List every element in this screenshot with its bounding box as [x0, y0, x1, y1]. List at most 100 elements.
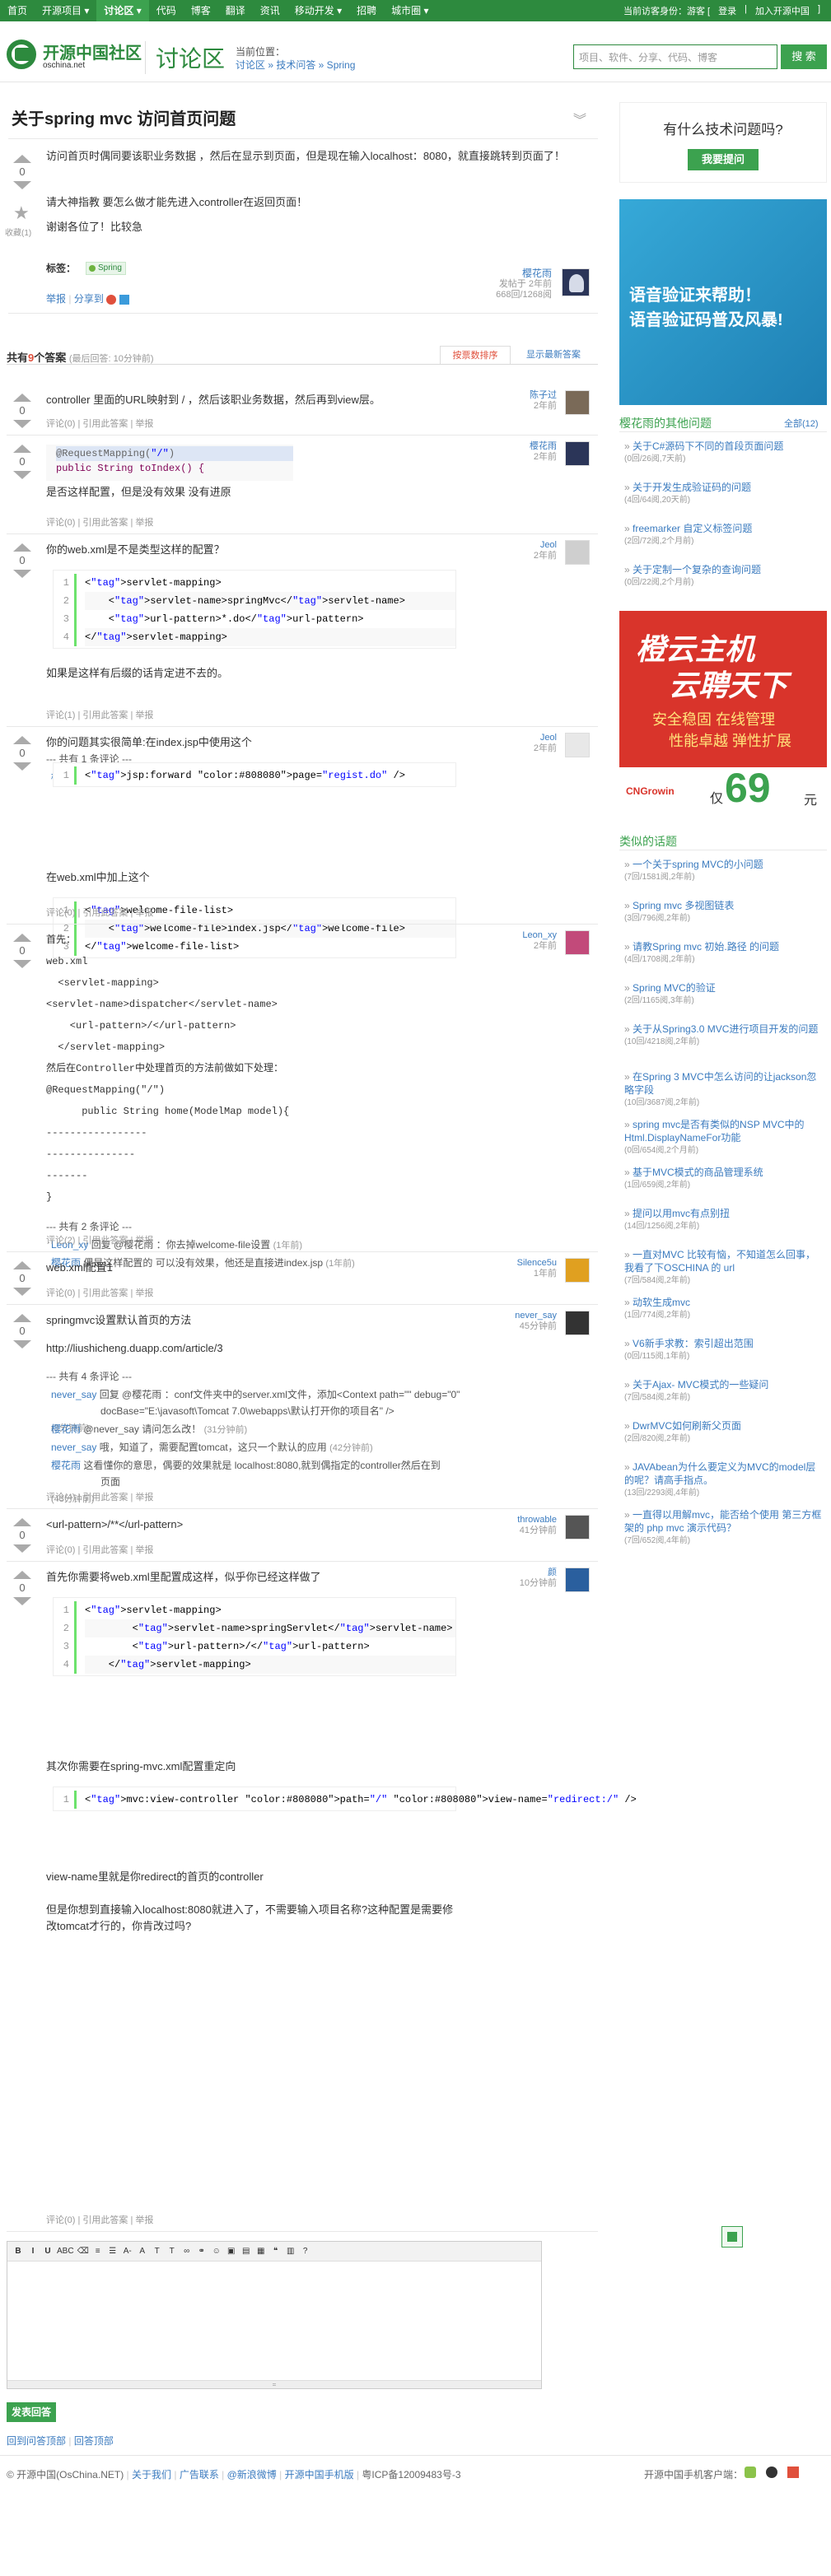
- ad-voice-verify[interactable]: 语音验证来帮助！ 语音验证码普及风暴!: [619, 199, 827, 405]
- nav-item-7[interactable]: 移动开发 ▾: [287, 0, 349, 21]
- vote-down-icon[interactable]: [13, 1288, 31, 1296]
- vote-up-icon[interactable]: [13, 1571, 31, 1579]
- vote-down-icon[interactable]: [13, 1544, 31, 1553]
- sidebar-question-title[interactable]: DwrMVC如何刷新父页面: [633, 1420, 741, 1432]
- tab-sort-votes[interactable]: 按票数排序: [440, 346, 511, 364]
- qzone-icon[interactable]: [119, 294, 129, 305]
- answer-options[interactable]: 评论(1) | 引用此答案 | 举报: [46, 708, 153, 721]
- avatar[interactable]: [565, 930, 590, 955]
- vote-up-icon[interactable]: [13, 736, 31, 744]
- vote-down-icon[interactable]: [13, 1340, 31, 1349]
- report-link[interactable]: 举报: [46, 293, 66, 305]
- footer-mobile-link[interactable]: 开源中国手机版: [285, 2469, 354, 2481]
- logo-text[interactable]: 开源中国社区: [43, 40, 142, 63]
- avatar[interactable]: [565, 733, 590, 757]
- toolbar-button-10[interactable]: T: [166, 2245, 178, 2258]
- vote-up-icon[interactable]: [13, 1314, 31, 1322]
- sidebar-question-title[interactable]: freemarker 自定义标签问题: [633, 523, 752, 534]
- windows-phone-icon[interactable]: [787, 2467, 799, 2478]
- vote-up-icon[interactable]: [13, 394, 31, 402]
- comment-author[interactable]: never_say: [51, 1442, 96, 1453]
- answer-options[interactable]: 评论(0) | 引用此答案 | 举报: [46, 906, 153, 919]
- toolbar-button-5[interactable]: ≡: [92, 2245, 104, 2258]
- footer-ads-link[interactable]: 广告联系: [180, 2469, 219, 2481]
- sidebar-question-item[interactable]: » 关于C#源码下不同的首段页面问题 (0回/26阅,7天前): [624, 440, 822, 466]
- toolbar-button-18[interactable]: ▥: [285, 2245, 296, 2258]
- sidebar-question-item[interactable]: » 关于从Spring3.0 MVC进行项目开发的问题 (10回/4218阅,2年…: [624, 1022, 822, 1049]
- submit-answer-button[interactable]: 发表回答: [7, 2402, 56, 2422]
- answer-author[interactable]: throwable: [461, 1515, 557, 1526]
- editor-resize-handle[interactable]: =: [7, 2380, 541, 2388]
- android-icon[interactable]: [745, 2467, 756, 2478]
- comment-author[interactable]: 樱花雨: [51, 1423, 81, 1435]
- apple-icon[interactable]: [766, 2467, 777, 2478]
- answer-options[interactable]: 评论(0) | 引用此答案 | 举报: [46, 417, 153, 430]
- toolbar-button-4[interactable]: ⌫: [77, 2245, 89, 2258]
- comment-author[interactable]: never_say: [51, 1389, 96, 1400]
- sidebar-question-title[interactable]: Spring MVC的验证: [633, 982, 716, 994]
- toolbar-button-7[interactable]: A-: [122, 2245, 133, 2258]
- avatar[interactable]: [565, 1311, 590, 1335]
- sidebar-question-item[interactable]: » freemarker 自定义标签问题 (2回/72阅,2个月前): [624, 522, 822, 548]
- nav-item-6[interactable]: 资讯: [253, 0, 287, 21]
- sidebar-question-title[interactable]: 一个关于spring MVC的小问题: [633, 859, 763, 870]
- toolbar-button-12[interactable]: ⚭: [196, 2245, 208, 2258]
- toolbar-button-16[interactable]: ▦: [255, 2245, 267, 2258]
- sidebar-question-title[interactable]: 关于开发生成验证码的问题: [633, 482, 751, 493]
- answer-author[interactable]: 颜: [461, 1567, 557, 1578]
- nav-item-1[interactable]: 开源项目 ▾: [35, 0, 96, 21]
- sidebar-question-title[interactable]: 请教Spring mvc 初始.路径 的问题: [633, 941, 779, 953]
- answer-author[interactable]: Silence5u: [461, 1258, 557, 1269]
- back-to-question-top-link[interactable]: 回到问答顶部: [7, 2435, 66, 2447]
- favorite-count[interactable]: 收藏(1): [5, 226, 31, 238]
- avatar[interactable]: [562, 268, 590, 296]
- nav-item-8[interactable]: 招聘: [349, 0, 384, 21]
- avatar[interactable]: [565, 1567, 590, 1592]
- toolbar-button-6[interactable]: ☰: [107, 2245, 119, 2258]
- reply-editor[interactable]: B I U ABC ⌫ ≡ ☰ A- A T T ∞ ⚭ ☺ ▣ ▤ ▦ ❝ ▥? =: [7, 2241, 542, 2389]
- toolbar-button-17[interactable]: ❝: [270, 2245, 282, 2258]
- answer-options[interactable]: 评论(2) | 引用此答案 | 举报: [46, 1233, 153, 1246]
- sidebar-question-title[interactable]: 一直对MVC 比较有恼，不知道怎么回事，我看了下OSCHINA 的 url: [624, 1249, 815, 1274]
- toolbar-button-1[interactable]: I: [27, 2245, 39, 2258]
- sidebar-question-item[interactable]: » Spring mvc 多视图链表 (3回/796阅,2年前): [624, 899, 822, 925]
- sidebar-question-item[interactable]: » 关于开发生成验证码的问题 (4回/64阅,20天前): [624, 481, 822, 507]
- nav-item-2[interactable]: 讨论区 ▾: [96, 0, 149, 21]
- nav-item-3[interactable]: 代码: [149, 0, 184, 21]
- register-link[interactable]: 加入开源中国: [751, 4, 814, 17]
- vote-up-icon[interactable]: [13, 445, 31, 453]
- vote-up-icon[interactable]: [13, 155, 31, 163]
- sidebar-question-item[interactable]: » 一直得以用解mvc，能否给个使用 第三方框架的 php mvc 演示代码？ (…: [624, 1508, 822, 1548]
- sidebar-question-title[interactable]: 一直得以用解mvc，能否给个使用 第三方框架的 php mvc 演示代码？: [624, 1509, 821, 1534]
- sidebar-question-item[interactable]: » 动软生成mvc (1回/774阅,2年前): [624, 1296, 822, 1322]
- sidebar-question-item[interactable]: » 在Spring 3 MVC中怎么访问的让jackson忽略字段 (10回/36…: [624, 1070, 822, 1110]
- share-link[interactable]: 分享到: [74, 293, 104, 305]
- vote-down-icon[interactable]: [13, 762, 31, 771]
- toolbar-button-9[interactable]: T: [152, 2245, 163, 2258]
- answer-options[interactable]: 评论(0) | 引用此答案 | 举报: [46, 1286, 153, 1299]
- sidebar-question-title[interactable]: 关于C#源码下不同的首段页面问题: [633, 440, 783, 452]
- sidebar-question-title[interactable]: V6新手求教：索引超出范围: [633, 1338, 754, 1349]
- answer-author[interactable]: Jeol: [461, 540, 557, 551]
- comment-author[interactable]: 樱花雨: [51, 1460, 81, 1471]
- vote-down-icon[interactable]: [13, 960, 31, 968]
- toolbar-button-2[interactable]: U: [42, 2245, 54, 2258]
- answer-options[interactable]: 评论(0) | 引用此答案 | 举报: [46, 515, 153, 529]
- sidebar-question-item[interactable]: » Spring MVC的验证 (2回/1165阅,3年前): [624, 981, 822, 1008]
- toolbar-button-0[interactable]: B: [12, 2245, 24, 2258]
- sidebar-question-item[interactable]: » 关于Ajax- MVC模式的一些疑问 (7回/584阅,2年前): [624, 1378, 822, 1404]
- vote-up-icon[interactable]: [13, 543, 31, 552]
- vote-up-icon[interactable]: [13, 934, 31, 942]
- answer-author[interactable]: Leon_xy: [461, 930, 557, 941]
- sidebar-question-item[interactable]: » 请教Spring mvc 初始.路径 的问题 (4回/1708阅,2年前): [624, 940, 822, 967]
- sidebar-question-title[interactable]: JAVAbean为什么要定义为MVC的model层的呢？请高手指点。: [624, 1461, 815, 1486]
- answer-options[interactable]: 评论(4) | 引用此答案 | 举报: [46, 1490, 153, 1503]
- favorite-star-icon[interactable]: ★: [13, 204, 31, 222]
- qr-code-icon[interactable]: [721, 2226, 743, 2248]
- nav-item-4[interactable]: 博客: [184, 0, 218, 21]
- vote-down-icon[interactable]: [13, 420, 31, 428]
- avatar[interactable]: [565, 1515, 590, 1540]
- toolbar-button-19[interactable]: ?: [300, 2245, 311, 2258]
- toolbar-button-15[interactable]: ▤: [240, 2245, 252, 2258]
- login-link[interactable]: 登录: [714, 4, 740, 17]
